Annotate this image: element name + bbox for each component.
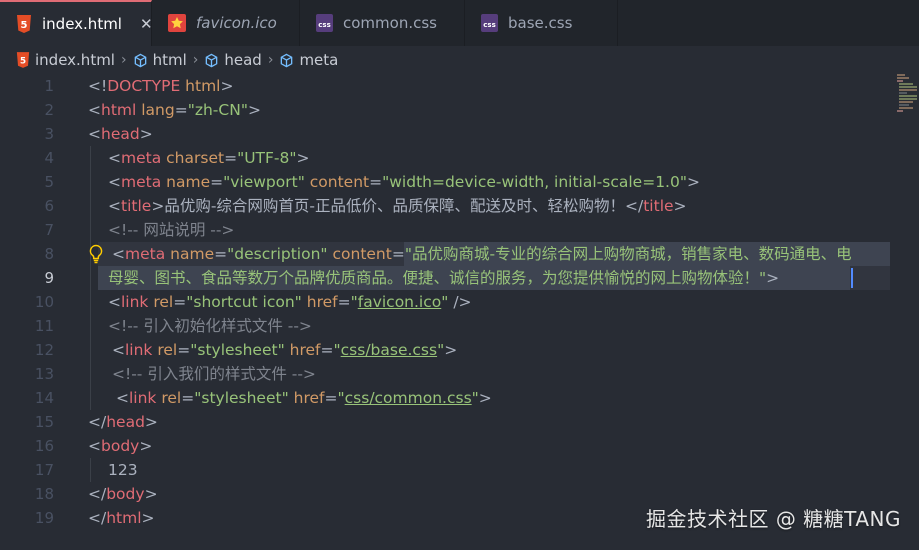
minimap-line (899, 83, 913, 85)
svg-text:css: css (483, 21, 495, 29)
code-line-17: 123 (108, 461, 138, 479)
tab-base-css[interactable]: css base.css (465, 0, 618, 46)
code-line-8: <meta name="description" content="品优购商城-… (112, 245, 852, 263)
breadcrumb: 5 index.html › html › head › meta (0, 46, 919, 74)
minimap-line (899, 101, 913, 103)
line-number: 5 (44, 173, 54, 191)
line-number: 12 (34, 341, 54, 359)
breadcrumb-label: index.html (35, 51, 115, 69)
minimap-line (899, 89, 917, 91)
breadcrumb-label: html (152, 51, 187, 69)
text-cursor (851, 268, 853, 288)
html5-icon: 5 (16, 52, 30, 68)
code-line-16: <body> (88, 437, 153, 455)
tab-label: base.css (508, 14, 573, 32)
code-editor[interactable]: 1 2 3 4 5 6 7 8 9 10 11 12 13 14 15 16 1… (0, 74, 919, 550)
code-line-12: <link rel="stylesheet" href="css/base.cs… (112, 341, 458, 359)
tab-favicon-ico[interactable]: favicon.ico (152, 0, 300, 46)
minimap-line (899, 98, 917, 100)
code-line-18: </body> (88, 485, 158, 503)
code-line-9: 母婴、图书、食品等数万个品牌优质商品。便捷、诚信的服务，为您提供愉悦的网上购物体… (108, 269, 780, 287)
close-icon[interactable]: ✕ (140, 15, 153, 33)
tab-bar: 5 index.html ✕ favicon.ico css common.cs… (0, 0, 919, 46)
code-line-4: <meta charset="UTF-8"> (108, 149, 310, 167)
minimap-line (897, 110, 903, 112)
breadcrumb-label: meta (299, 51, 339, 69)
line-number: 11 (34, 317, 54, 335)
svg-text:5: 5 (21, 20, 28, 31)
line-number: 2 (44, 101, 54, 119)
file-link[interactable]: favicon.ico (358, 293, 442, 311)
line-number: 13 (34, 365, 54, 383)
minimap-line (899, 95, 917, 97)
code-line-3: <head> (88, 125, 153, 143)
minimap-line (899, 107, 913, 109)
line-number: 10 (34, 293, 54, 311)
code-line-2: <html lang="zh-CN"> (88, 101, 261, 119)
line-number: 19 (34, 509, 54, 527)
tab-label: favicon.ico (196, 14, 277, 32)
lightbulb-icon[interactable] (88, 244, 104, 268)
code-line-5: <meta name="viewport" content="width=dev… (108, 173, 700, 191)
line-number: 1 (44, 77, 54, 95)
minimap[interactable] (895, 74, 917, 114)
svg-text:css: css (318, 21, 330, 29)
breadcrumb-label: head (224, 51, 262, 69)
tab-common-css[interactable]: css common.css (300, 0, 465, 46)
svg-text:5: 5 (20, 57, 26, 67)
line-number: 3 (44, 125, 54, 143)
tab-label: common.css (343, 14, 437, 32)
indent-guide (90, 458, 91, 482)
tab-index-html[interactable]: 5 index.html ✕ (0, 0, 153, 46)
line-number: 14 (34, 389, 54, 407)
breadcrumb-item-html[interactable]: html (133, 51, 187, 69)
minimap-line (897, 74, 905, 76)
code-line-1: <!DOCTYPE html> (88, 77, 234, 95)
breadcrumb-item-head[interactable]: head (204, 51, 262, 69)
code-line-15: </head> (88, 413, 158, 431)
file-link[interactable]: css/base.css (341, 341, 437, 359)
breadcrumb-item-file[interactable]: 5 index.html (16, 51, 115, 69)
code-line-11: <!-- 引入初始化样式文件 --> (108, 317, 312, 335)
minimap-line (897, 77, 909, 79)
star-icon (168, 14, 186, 32)
html5-icon: 5 (16, 15, 32, 33)
indent-guide (90, 146, 91, 410)
line-number: 18 (34, 485, 54, 503)
code-line-10: <link rel="shortcut icon" href="favicon.… (108, 293, 472, 311)
line-number: 9 (44, 269, 54, 287)
symbol-field-icon (133, 53, 148, 68)
code-line-19: </html> (88, 509, 155, 527)
css-file-icon: css (481, 14, 498, 32)
line-number: 17 (34, 461, 54, 479)
symbol-field-icon (204, 53, 219, 68)
line-number: 6 (44, 197, 54, 215)
symbol-field-icon (279, 53, 294, 68)
line-number: 4 (44, 149, 54, 167)
line-number: 8 (44, 245, 54, 263)
css-file-icon: css (316, 14, 333, 32)
tab-label: index.html (42, 15, 122, 33)
watermark: 掘金技术社区 @ 糖糖TANG (645, 507, 901, 531)
minimap-line (897, 80, 903, 82)
minimap-line (899, 92, 907, 94)
chevron-right-icon: › (192, 52, 199, 68)
minimap-line (899, 86, 917, 88)
chevron-right-icon: › (267, 52, 274, 68)
code-line-7: <!-- 网站说明 --> (108, 221, 235, 239)
chevron-right-icon: › (120, 52, 127, 68)
line-number: 15 (34, 413, 54, 431)
file-link[interactable]: css/common.css (345, 389, 472, 407)
minimap-line (899, 104, 909, 106)
code-line-13: <!-- 引入我们的样式文件 --> (112, 365, 316, 383)
breadcrumb-item-meta[interactable]: meta (279, 51, 338, 69)
code-line-6: <title>品优购-综合网购首页-正品低价、品质保障、配送及时、轻松购物！</… (108, 197, 687, 215)
code-line-14: <link rel="stylesheet" href="css/common.… (116, 389, 492, 407)
line-number: 7 (44, 221, 54, 239)
line-number: 16 (34, 437, 54, 455)
